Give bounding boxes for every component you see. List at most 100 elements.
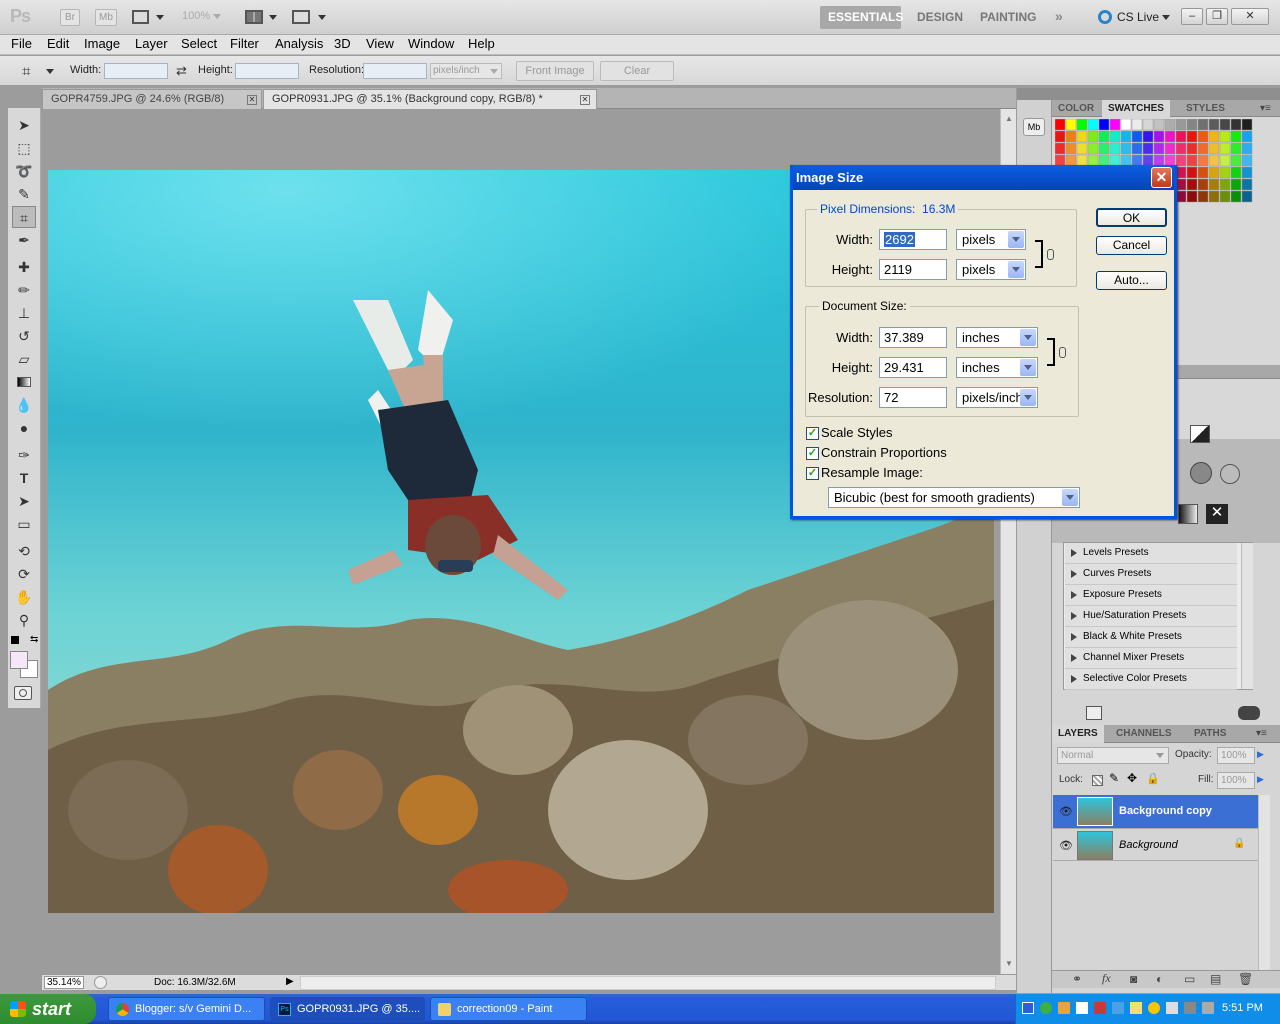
path-selection-tool-icon[interactable]: ➤ xyxy=(12,490,36,512)
lock-pixels-icon[interactable]: ✎ xyxy=(1109,771,1119,785)
auto-button[interactable]: Auto... xyxy=(1096,271,1167,290)
taskbar-item-photoshop[interactable]: Ps GOPR0931.JPG @ 35.... xyxy=(270,997,425,1021)
resolution-input[interactable]: 72 xyxy=(879,387,947,408)
tab-color[interactable]: COLOR xyxy=(1052,100,1100,118)
preset-hue-saturation[interactable]: Hue/Saturation Presets xyxy=(1065,606,1237,627)
tray-app-icon[interactable] xyxy=(1058,1002,1070,1014)
tray-app-icon[interactable] xyxy=(1166,1002,1178,1014)
scroll-up-icon[interactable]: ▲ xyxy=(1005,114,1013,123)
tray-app-icon[interactable] xyxy=(1184,1002,1196,1014)
constrain-proportions-checkbox[interactable]: ✓ xyxy=(806,447,819,460)
resample-image-checkbox[interactable]: ✓ xyxy=(806,467,819,480)
new-adjustment-layer-icon[interactable]: ◐ xyxy=(1156,972,1163,986)
panel-collapse-bar[interactable] xyxy=(1017,88,1280,100)
new-group-icon[interactable]: ▭ xyxy=(1184,972,1195,986)
crop-width-input[interactable] xyxy=(104,63,168,79)
preset-exposure[interactable]: Exposure Presets xyxy=(1065,585,1237,606)
menu-3d[interactable]: 3D xyxy=(334,36,351,51)
chevron-down-icon[interactable] xyxy=(46,69,54,74)
resolution-units-select[interactable]: pixels/inch xyxy=(430,63,502,79)
menu-layer[interactable]: Layer xyxy=(135,36,168,51)
marquee-tool-icon[interactable]: ⬚ xyxy=(12,137,36,159)
taskbar-item-blogger[interactable]: Blogger: s/v Gemini D... xyxy=(108,997,265,1021)
eraser-tool-icon[interactable]: ▱ xyxy=(12,348,36,370)
resolution-unit-select[interactable]: pixels/inch xyxy=(956,387,1038,408)
scroll-down-icon[interactable]: ▼ xyxy=(1005,959,1013,968)
tray-app-icon[interactable] xyxy=(1076,1002,1088,1014)
preset-curves[interactable]: Curves Presets xyxy=(1065,564,1237,585)
preset-selective-color[interactable]: Selective Color Presets xyxy=(1065,669,1237,690)
eyedropper-tool-icon[interactable]: ✒ xyxy=(12,229,36,251)
threshold-icon[interactable]: ✕ xyxy=(1206,504,1228,524)
brush-tool-icon[interactable]: ✏ xyxy=(12,279,36,301)
move-tool-icon[interactable]: ➤ xyxy=(12,114,36,136)
workspace-design[interactable]: DESIGN xyxy=(909,6,971,29)
healing-brush-tool-icon[interactable]: ✚ xyxy=(12,256,36,278)
history-brush-tool-icon[interactable]: ↺ xyxy=(12,325,36,347)
quick-mask-icon[interactable] xyxy=(14,686,32,700)
tab-channels[interactable]: CHANNELS xyxy=(1110,725,1178,743)
lasso-tool-icon[interactable]: ➰ xyxy=(12,160,36,182)
cancel-button[interactable]: Cancel xyxy=(1096,236,1167,255)
clear-button[interactable]: Clear xyxy=(600,61,674,81)
workspace-painting[interactable]: PAINTING xyxy=(972,6,1044,29)
minibridge-button[interactable]: Mb xyxy=(95,9,117,26)
clock[interactable]: 5:51 PM xyxy=(1222,1002,1263,1014)
rectangle-tool-icon[interactable]: ▭ xyxy=(12,513,36,535)
zoom-level[interactable]: 100% xyxy=(182,10,230,22)
pixel-height-input[interactable]: 2119 xyxy=(879,259,947,280)
crop-resolution-input[interactable] xyxy=(363,63,427,79)
tray-app-icon[interactable] xyxy=(1130,1002,1142,1014)
menu-edit[interactable]: Edit xyxy=(47,36,69,51)
tab-layers[interactable]: LAYERS xyxy=(1052,725,1104,743)
presets-scrollbar[interactable] xyxy=(1241,543,1253,689)
channel-mixer-icon[interactable] xyxy=(1190,462,1212,484)
delete-layer-icon[interactable]: 🗑 xyxy=(1238,972,1253,986)
close-icon[interactable]: ✕ xyxy=(247,95,257,105)
clone-stamp-tool-icon[interactable]: ⊥ xyxy=(12,302,36,324)
preset-black-white[interactable]: Black & White Presets xyxy=(1065,627,1237,648)
tab-gopr0931[interactable]: GOPR0931.JPG @ 35.1% (Background copy, R… xyxy=(263,89,597,109)
crop-tool-preset-icon[interactable]: ⌗ xyxy=(22,63,30,80)
taskbar-item-paint[interactable]: correction09 - Paint xyxy=(430,997,587,1021)
tab-paths[interactable]: PATHS xyxy=(1188,725,1232,743)
dodge-tool-icon[interactable]: ● xyxy=(12,417,36,439)
canvas-horizontal-scrollbar[interactable] xyxy=(300,976,996,990)
menu-view[interactable]: View xyxy=(366,36,394,51)
tray-app-icon[interactable] xyxy=(1094,1002,1106,1014)
close-button[interactable]: ✕ xyxy=(1231,8,1269,25)
menu-select[interactable]: Select xyxy=(181,36,217,51)
tray-app-icon[interactable] xyxy=(1112,1002,1124,1014)
pen-tool-icon[interactable]: ✑ xyxy=(12,444,36,466)
type-tool-icon[interactable]: T xyxy=(12,467,36,489)
blur-tool-icon[interactable]: 💧 xyxy=(12,394,36,416)
preset-channel-mixer[interactable]: Channel Mixer Presets xyxy=(1065,648,1237,669)
close-icon[interactable]: ✕ xyxy=(580,95,590,105)
new-layer-icon[interactable]: ▤ xyxy=(1210,972,1221,986)
crop-height-input[interactable] xyxy=(235,63,299,79)
fill-slider-arrow-icon[interactable]: ▶ xyxy=(1257,774,1264,785)
menu-filter[interactable]: Filter xyxy=(230,36,259,51)
panel-menu-icon[interactable]: ▾≡ xyxy=(1256,728,1267,739)
dialog-close-button[interactable]: ✕ xyxy=(1151,167,1172,188)
more-workspaces-icon[interactable]: » xyxy=(1055,8,1063,24)
layer-row-background-copy[interactable]: 👁 Background copy xyxy=(1053,795,1258,828)
zoom-field[interactable]: 35.14% xyxy=(44,976,84,989)
screen-mode-button[interactable] xyxy=(292,9,326,26)
3d-rotate-tool-icon[interactable]: ⟲ xyxy=(12,540,36,562)
minibridge-panel-icon[interactable]: Mb xyxy=(1023,118,1045,136)
selective-color-icon[interactable] xyxy=(1220,464,1240,484)
layer-mask-icon[interactable]: ◙ xyxy=(1130,972,1137,986)
lock-transparent-icon[interactable] xyxy=(1092,775,1103,786)
adjustment-mask-icon[interactable] xyxy=(1086,706,1102,720)
foreground-color-swatch[interactable] xyxy=(10,651,28,669)
swap-dimensions-icon[interactable]: ⇄ xyxy=(176,63,187,79)
pixel-width-unit-select[interactable]: pixels xyxy=(956,229,1026,250)
doc-width-unit-select[interactable]: inches xyxy=(956,327,1038,348)
eye-icon[interactable]: 👁 xyxy=(1059,839,1073,852)
tab-gopr4759[interactable]: GOPR4759.JPG @ 24.6% (RGB/8) ✕ xyxy=(42,89,262,109)
menu-window[interactable]: Window xyxy=(408,36,454,51)
preset-levels[interactable]: Levels Presets xyxy=(1065,543,1237,564)
blend-mode-select[interactable]: Normal xyxy=(1057,747,1169,764)
tray-app-icon[interactable] xyxy=(1022,1002,1034,1014)
